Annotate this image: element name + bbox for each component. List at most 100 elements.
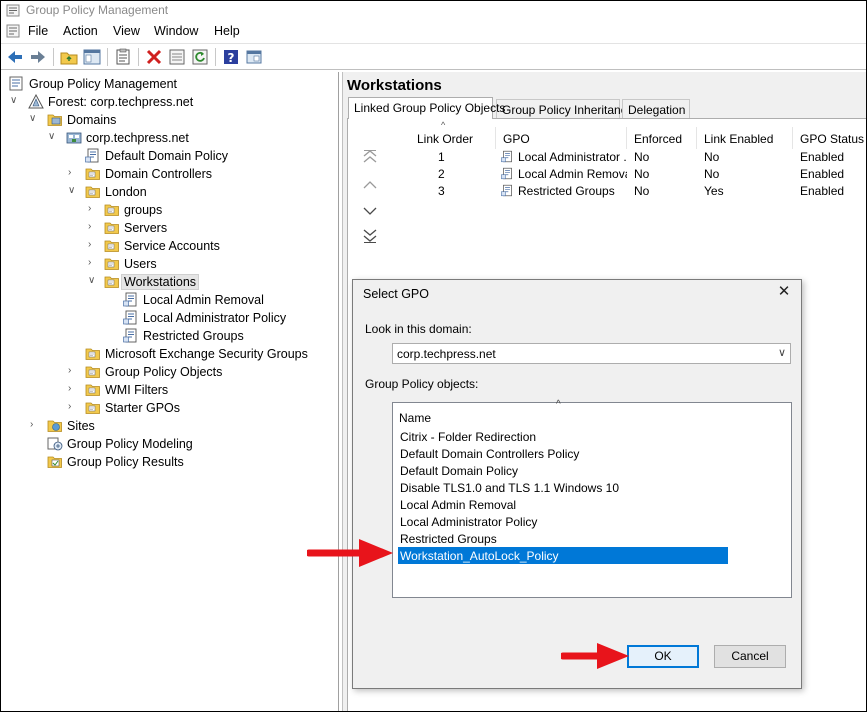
tree-item-groups[interactable]: › groups: [2, 201, 332, 219]
chevron-right-icon[interactable]: ›: [88, 222, 98, 232]
tree-item-domain[interactable]: ∨ corp.techpress.net: [2, 129, 332, 147]
tree-label: WMI Filters: [105, 383, 169, 397]
tree-item-domain-controllers[interactable]: › Domain Controllers: [2, 165, 332, 183]
tree-label: Default Domain Policy: [105, 149, 228, 163]
help-icon[interactable]: ?: [222, 48, 240, 66]
chevron-down-icon[interactable]: ∨: [68, 186, 78, 196]
chevron-right-icon[interactable]: ›: [30, 420, 40, 430]
menu-action[interactable]: Action: [63, 24, 98, 38]
list-item-selected[interactable]: Workstation_AutoLock_Policy: [398, 547, 728, 564]
list-item[interactable]: Restricted Groups: [398, 530, 728, 547]
chevron-down-icon[interactable]: ∨: [29, 114, 39, 124]
tree-label: Sites: [67, 419, 95, 433]
list-item[interactable]: Default Domain Policy: [398, 462, 728, 479]
forward-arrow-icon[interactable]: [29, 48, 47, 66]
menu-view[interactable]: View: [113, 24, 140, 38]
list-item[interactable]: Disable TLS1.0 and TLS 1.1 Windows 10: [398, 479, 728, 496]
tree-item-workstations[interactable]: ∨ Workstations: [2, 273, 332, 291]
table-row[interactable]: Local Admin Removal: [501, 167, 627, 184]
tree-item-service-accounts[interactable]: › Service Accounts: [2, 237, 332, 255]
tab-gp-inheritance[interactable]: Group Policy Inheritance: [496, 99, 633, 119]
move-to-top-icon[interactable]: [360, 150, 380, 170]
chevron-right-icon[interactable]: ›: [68, 384, 78, 394]
look-in-label: Look in this domain:: [365, 322, 472, 336]
move-to-bottom-icon[interactable]: [360, 229, 380, 249]
table-row[interactable]: Local Administrator ...: [501, 150, 627, 167]
chevron-down-icon[interactable]: ∨: [48, 132, 58, 142]
tree-item-group-policy-results[interactable]: Group Policy Results: [2, 453, 332, 471]
tree-item-london[interactable]: ∨ London: [2, 183, 332, 201]
tree-item-group-policy-modeling[interactable]: Group Policy Modeling: [2, 435, 332, 453]
gpmc-window: Group Policy Management File Action View…: [0, 0, 867, 712]
list-item[interactable]: Local Administrator Policy: [398, 513, 728, 530]
domain-select[interactable]: corp.techpress.net ∨: [392, 343, 791, 364]
column-header-enforced[interactable]: Enforced: [628, 127, 697, 149]
tree-item-forest[interactable]: ∨ Forest: corp.techpress.net: [2, 93, 332, 111]
tree-item-sites[interactable]: › Sites: [2, 417, 332, 435]
list-item[interactable]: Local Admin Removal: [398, 496, 728, 513]
menu-file[interactable]: File: [28, 24, 48, 38]
column-header-name[interactable]: Name: [399, 411, 431, 425]
chevron-down-icon[interactable]: ∨: [10, 96, 20, 106]
tab-delegation[interactable]: Delegation: [622, 99, 690, 119]
cell-gpo-status: Enabled: [800, 184, 845, 198]
sites-icon: [47, 420, 62, 432]
tree-item-wmi-filters[interactable]: › WMI Filters: [2, 381, 332, 399]
tree-item-group-policy-objects[interactable]: › Group Policy Objects: [2, 363, 332, 381]
chevron-right-icon[interactable]: ›: [88, 204, 98, 214]
ou-folder-icon: [85, 186, 100, 198]
gpmc-root-icon: [9, 76, 23, 91]
table-row[interactable]: Restricted Groups: [501, 184, 627, 201]
tree-item-servers[interactable]: › Servers: [2, 219, 332, 237]
delete-icon[interactable]: [145, 48, 163, 66]
chevron-right-icon[interactable]: ›: [88, 258, 98, 268]
up-folder-icon[interactable]: [60, 48, 78, 66]
tree-label: Group Policy Management: [29, 77, 177, 91]
tree-item-link-local-administrator-policy[interactable]: Local Administrator Policy: [2, 309, 332, 327]
mmc-icon[interactable]: [245, 48, 263, 66]
starter-gpo-folder-icon: [85, 402, 100, 414]
column-header-link-enabled[interactable]: Link Enabled: [698, 127, 793, 149]
chevron-right-icon[interactable]: ›: [68, 366, 78, 376]
modeling-icon: [47, 437, 63, 451]
tree-item-starter-gpos[interactable]: › Starter GPOs: [2, 399, 332, 417]
close-icon[interactable]: ✕: [775, 283, 793, 301]
tree-item-link-restricted-groups[interactable]: Restricted Groups: [2, 327, 332, 345]
tree-item-users[interactable]: › Users: [2, 255, 332, 273]
column-header-link-order[interactable]: Link Order: [393, 127, 496, 149]
move-down-icon[interactable]: [360, 202, 380, 222]
column-header-gpo[interactable]: GPO: [497, 127, 627, 149]
chevron-right-icon[interactable]: ›: [68, 402, 78, 412]
properties-icon[interactable]: [114, 48, 132, 66]
wmi-folder-icon: [85, 384, 100, 396]
move-up-icon[interactable]: [360, 176, 380, 196]
tree-item-exchange-security-groups[interactable]: Microsoft Exchange Security Groups: [2, 345, 332, 363]
column-header-gpo-status[interactable]: GPO Status: [794, 127, 866, 149]
system-menu-icon[interactable]: [6, 24, 20, 38]
export-icon[interactable]: [168, 48, 186, 66]
refresh-icon[interactable]: [191, 48, 209, 66]
cell-enforced: No: [634, 167, 650, 181]
annotation-arrow-icon: [307, 539, 393, 567]
gpo-listbox[interactable]: ^ Name Citrix - Folder Redirection Defau…: [392, 399, 792, 598]
menu-help[interactable]: Help: [214, 24, 240, 38]
cell-gpo-status: Enabled: [800, 150, 845, 164]
show-hide-tree-icon[interactable]: [83, 48, 101, 66]
tab-linked-gpos[interactable]: Linked Group Policy Objects: [348, 97, 505, 119]
menu-window[interactable]: Window: [154, 24, 198, 38]
ok-button[interactable]: OK: [627, 645, 699, 668]
tree-item-domains[interactable]: ∨ Domains: [2, 111, 332, 129]
domains-folder-icon: [47, 114, 62, 126]
back-arrow-icon[interactable]: [6, 48, 24, 66]
chevron-right-icon[interactable]: ›: [88, 240, 98, 250]
chevron-right-icon[interactable]: ›: [68, 168, 78, 178]
tree-item-default-domain-policy[interactable]: Default Domain Policy: [2, 147, 332, 165]
tree-item-link-local-admin-removal[interactable]: Local Admin Removal: [2, 291, 332, 309]
domain-icon: [66, 132, 82, 144]
tree-item-group-policy-management[interactable]: Group Policy Management: [2, 75, 332, 93]
list-item[interactable]: Default Domain Controllers Policy: [398, 445, 728, 462]
chevron-down-icon[interactable]: ∨: [88, 276, 98, 286]
gpo-container-folder-icon: [85, 366, 100, 378]
list-item[interactable]: Citrix - Folder Redirection: [398, 428, 728, 445]
cancel-button[interactable]: Cancel: [714, 645, 786, 668]
